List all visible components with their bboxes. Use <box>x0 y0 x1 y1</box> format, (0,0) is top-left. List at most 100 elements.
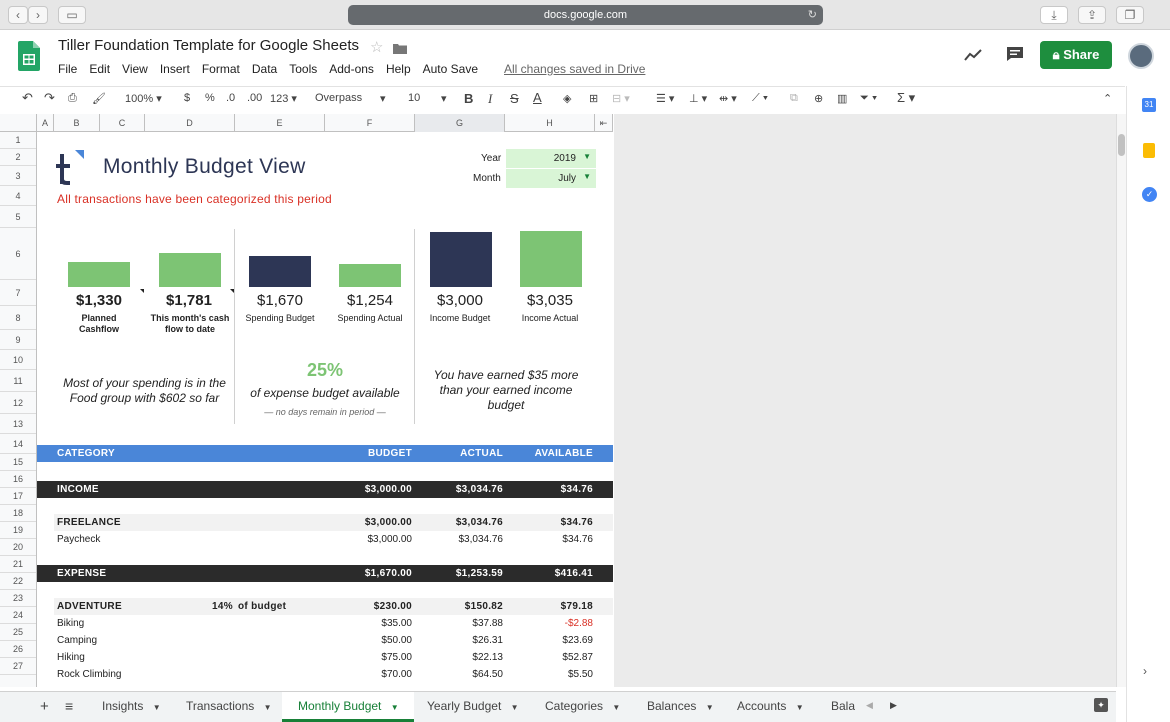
reload-icon[interactable]: ↻ <box>808 5 817 25</box>
row-header[interactable]: 21 <box>0 556 36 573</box>
row-header[interactable]: 18 <box>0 505 36 522</box>
save-status[interactable]: All changes saved in Drive <box>504 62 645 76</box>
align-vertical-icon[interactable]: ⊥ ▾ <box>689 92 707 105</box>
font-size-select[interactable]: 10 ▾ <box>408 92 447 105</box>
undo-icon[interactable]: ↶ <box>22 90 33 106</box>
user-avatar[interactable] <box>1128 43 1154 69</box>
select-all-corner[interactable] <box>0 114 37 132</box>
menu-tools[interactable]: Tools <box>289 62 317 76</box>
star-icon[interactable]: ☆ <box>370 38 383 56</box>
row-header[interactable]: 17 <box>0 488 36 505</box>
row-header[interactable]: 26 <box>0 641 36 658</box>
row-header[interactable]: 7 <box>0 280 36 306</box>
column-header[interactable]: G <box>415 114 505 132</box>
column-header[interactable]: C <box>100 114 145 132</box>
tab-balance-history[interactable]: Bala <box>815 692 855 722</box>
hidden-columns-toggle[interactable]: ⇤ <box>595 114 613 132</box>
column-header[interactable]: A <box>37 114 54 132</box>
tasks-icon[interactable]: ✓ <box>1142 187 1157 202</box>
row-header[interactable]: 3 <box>0 166 36 186</box>
row-header[interactable]: 16 <box>0 471 36 488</box>
tab-insights[interactable]: Insights ▼ <box>86 692 174 722</box>
vertical-scrollbar[interactable] <box>1116 114 1126 687</box>
keep-icon[interactable] <box>1143 143 1155 158</box>
scroll-tabs-right-icon[interactable]: ▶ <box>890 700 897 711</box>
sidebar-toggle-icon[interactable]: ▭ <box>58 6 86 24</box>
filter-icon[interactable]: ⏷ ▾ <box>860 92 877 105</box>
percent-format-button[interactable]: % <box>205 92 215 104</box>
sheets-logo-icon[interactable] <box>18 41 40 71</box>
row-header[interactable]: 20 <box>0 539 36 556</box>
row-header[interactable]: 12 <box>0 392 36 414</box>
add-sheet-icon[interactable]: + <box>40 698 49 715</box>
insert-chart-icon[interactable]: ▥ <box>837 92 847 105</box>
bold-icon[interactable]: B <box>464 91 473 106</box>
tab-accounts[interactable]: Accounts ▼ <box>721 692 817 722</box>
row-header[interactable]: 4 <box>0 186 36 206</box>
tab-balances[interactable]: Balances ▼ <box>631 692 723 722</box>
row-header[interactable]: 22 <box>0 573 36 590</box>
increase-decimal-button[interactable]: .00 <box>247 92 262 104</box>
menu-insert[interactable]: Insert <box>160 62 190 76</box>
row-header[interactable]: 24 <box>0 607 36 624</box>
row-header[interactable]: 6 <box>0 228 36 280</box>
folder-icon[interactable] <box>393 43 407 54</box>
row-header[interactable]: 19 <box>0 522 36 539</box>
menu-addons[interactable]: Add-ons <box>329 62 374 76</box>
forward-button[interactable]: › <box>28 6 48 24</box>
share-sheet-icon[interactable]: ⇪ <box>1078 6 1106 24</box>
italic-icon[interactable]: I <box>488 91 492 107</box>
print-icon[interactable]: ⎙ <box>68 92 77 105</box>
row-header[interactable]: 5 <box>0 206 36 228</box>
calendar-icon[interactable]: 31 <box>1142 98 1156 112</box>
zoom-select[interactable]: 100% ▾ <box>125 92 162 105</box>
insert-link-icon[interactable]: ⧉ <box>790 92 798 105</box>
more-formats-select[interactable]: 123 ▾ <box>270 92 297 105</box>
text-color-icon[interactable]: A <box>533 90 542 105</box>
row-header[interactable]: 9 <box>0 330 36 350</box>
menu-file[interactable]: File <box>58 62 77 76</box>
tab-yearly-budget[interactable]: Yearly Budget ▼ <box>411 692 533 722</box>
row-header[interactable]: 25 <box>0 624 36 641</box>
row-header[interactable]: 2 <box>0 149 36 166</box>
row-header[interactable]: 13 <box>0 414 36 434</box>
scroll-tabs-left-icon[interactable]: ◀ <box>866 700 873 711</box>
column-header[interactable]: B <box>54 114 100 132</box>
row-header[interactable]: 27 <box>0 658 36 675</box>
share-button[interactable]: 🔒︎ Share <box>1040 41 1112 69</box>
row-header[interactable]: 11 <box>0 370 36 392</box>
currency-format-button[interactable]: $ <box>184 92 190 104</box>
expand-panel-icon[interactable]: › <box>1143 664 1147 678</box>
paint-format-icon[interactable]: 🖌︎ <box>92 92 106 105</box>
align-horizontal-icon[interactable]: ☰ ▾ <box>656 92 674 105</box>
row-header[interactable]: 8 <box>0 306 36 330</box>
redo-icon[interactable]: ↷ <box>44 90 55 106</box>
address-bar[interactable]: docs.google.com ↻ <box>348 5 823 25</box>
row-header[interactable]: 1 <box>0 132 36 149</box>
fill-color-icon[interactable]: ◈ <box>563 92 571 105</box>
row-header[interactable]: 14 <box>0 434 36 454</box>
column-header[interactable]: F <box>325 114 415 132</box>
row-header[interactable]: 15 <box>0 454 36 471</box>
column-header[interactable]: H <box>505 114 595 132</box>
month-select[interactable]: July ▼ <box>506 169 596 188</box>
row-header[interactable]: 10 <box>0 350 36 370</box>
insert-comment-icon[interactable]: ⊕ <box>814 92 823 105</box>
scroll-thumb[interactable] <box>1118 134 1125 156</box>
menu-data[interactable]: Data <box>252 62 277 76</box>
collapse-toolbar-icon[interactable]: ⌃ <box>1103 92 1112 105</box>
tab-monthly-budget[interactable]: Monthly Budget ▼ <box>282 692 414 722</box>
font-select[interactable]: Overpass ▾ <box>315 92 386 105</box>
menu-view[interactable]: View <box>122 62 148 76</box>
functions-icon[interactable]: Σ ▾ <box>897 90 915 106</box>
menu-edit[interactable]: Edit <box>89 62 110 76</box>
tabs-overview-icon[interactable]: ❐ <box>1116 6 1144 24</box>
column-header[interactable]: E <box>235 114 325 132</box>
document-title[interactable]: Tiller Foundation Template for Google Sh… <box>58 37 359 54</box>
decrease-decimal-button[interactable]: .0 <box>226 92 235 104</box>
strikethrough-icon[interactable]: S <box>510 91 519 106</box>
column-header[interactable]: D <box>145 114 235 132</box>
downloads-icon[interactable]: ⤓ <box>1040 6 1068 24</box>
borders-icon[interactable]: ⊞ <box>589 92 598 105</box>
year-select[interactable]: 2019 ▼ <box>506 149 596 168</box>
